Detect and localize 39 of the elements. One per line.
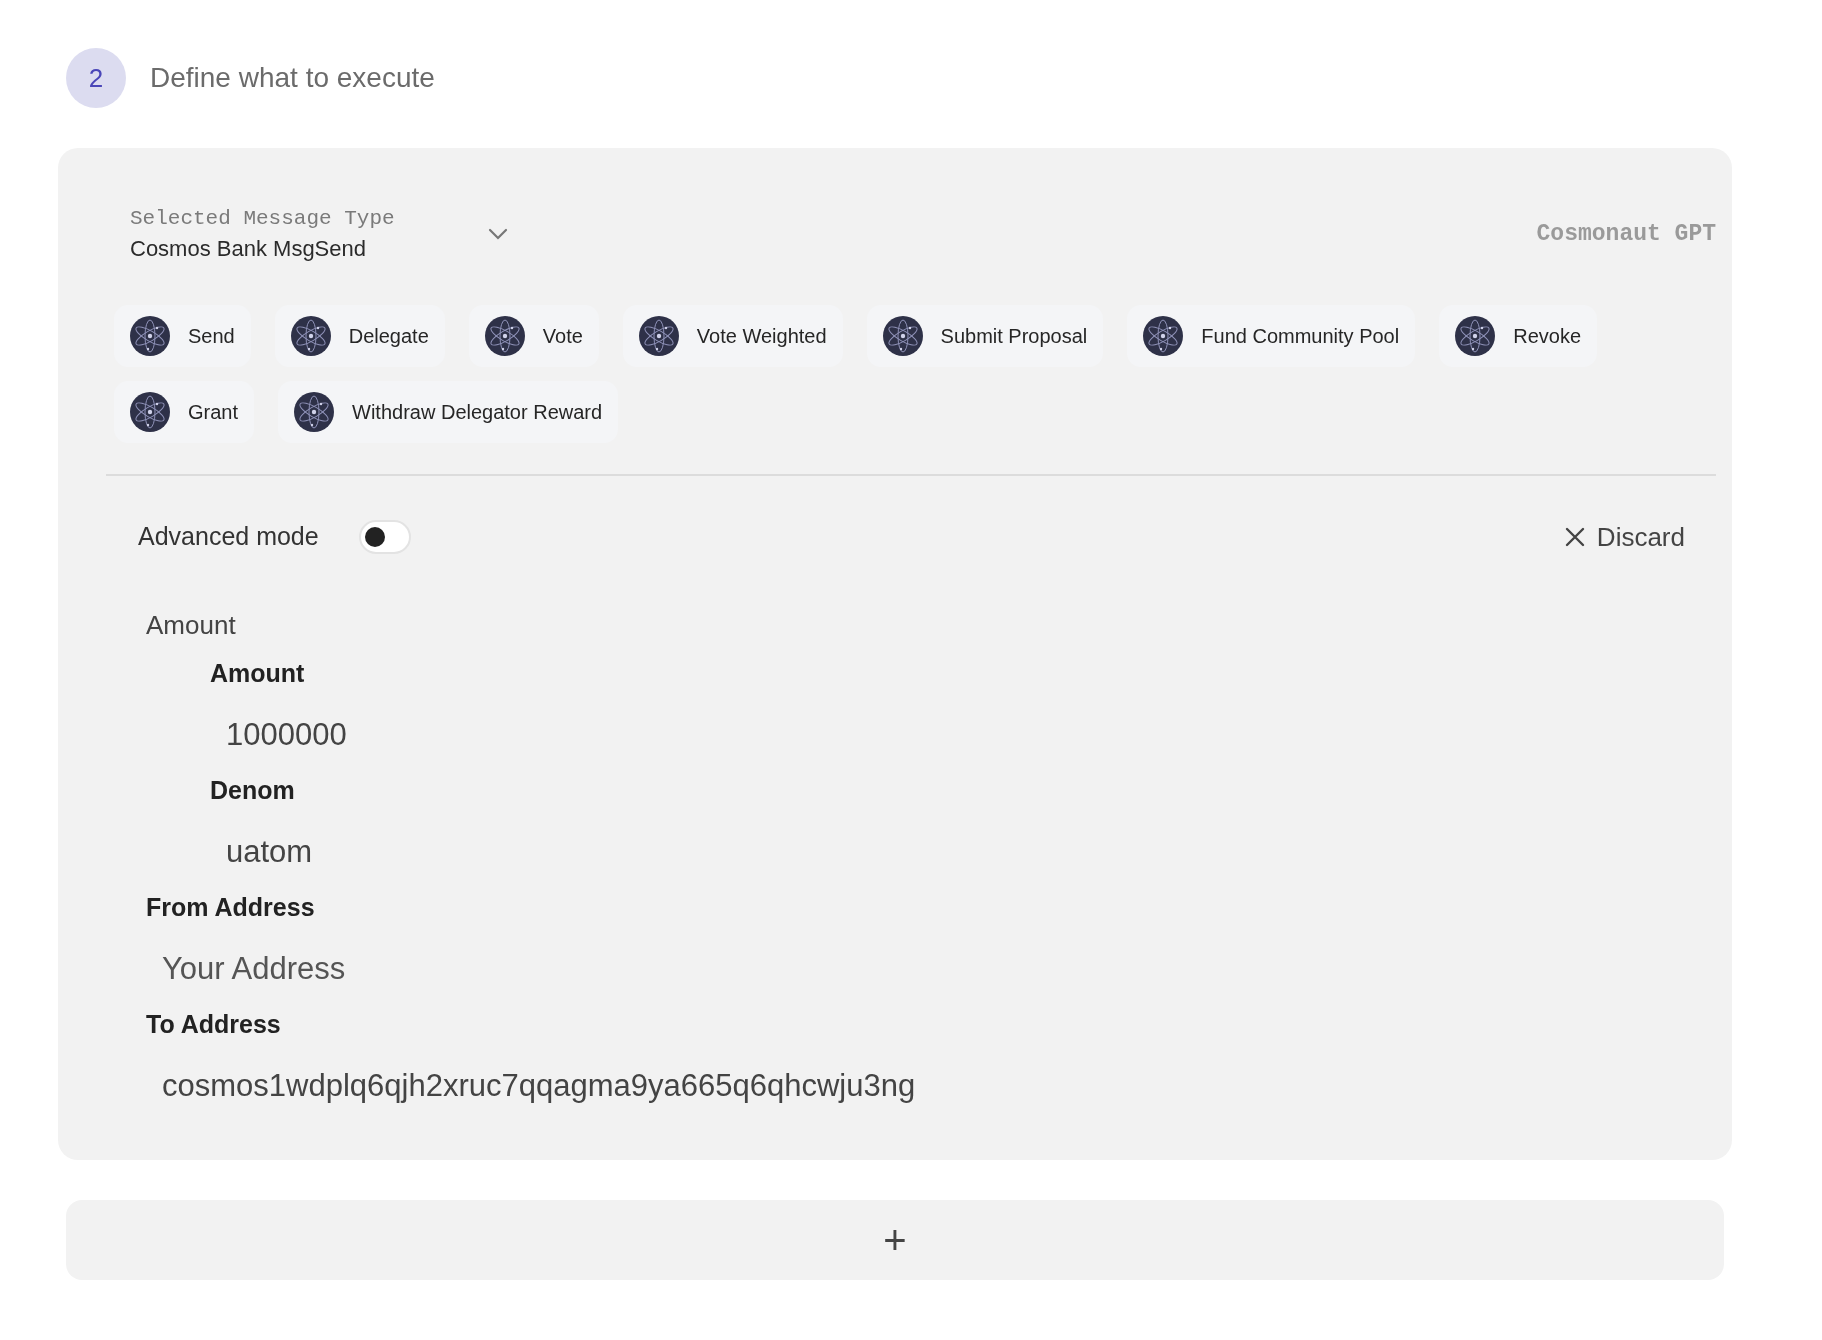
input-field[interactable]: uatom: [210, 828, 1210, 876]
assistant-label: Cosmonaut GPT: [1536, 219, 1716, 249]
atom-icon: [130, 316, 170, 356]
atom-icon: [290, 316, 331, 356]
message-type-chip[interactable]: Submit Proposal: [866, 305, 1104, 367]
close-icon: [1564, 527, 1585, 547]
select-label: Selected Message Type: [130, 206, 395, 232]
toggle-switch[interactable]: [358, 520, 411, 554]
atom-icon: [882, 316, 923, 356]
field-label: From Address: [146, 892, 316, 923]
chevron-down-icon: [486, 227, 509, 241]
atom-icon: [130, 392, 170, 432]
message-type-chip[interactable]: Vote Weighted: [622, 305, 843, 367]
field-label: Denom: [210, 775, 296, 806]
atom-icon: [638, 316, 679, 356]
field-label: To Address: [146, 1009, 282, 1040]
atom-icon: [1455, 316, 1496, 356]
message-type-chip[interactable]: Withdraw Delegator Reward: [278, 381, 619, 443]
message-type-chip[interactable]: Delegate: [274, 305, 445, 367]
atom-icon: [1143, 316, 1184, 356]
group-label: Amount: [146, 609, 237, 641]
atom-icon: [294, 392, 335, 432]
input-field[interactable]: cosmos1wdplq6qjh2xruc7qqagma9ya665q6qhcwju3ng: [146, 1062, 1146, 1110]
input-field[interactable]: 1000000: [210, 711, 1210, 759]
atom-icon: [484, 316, 525, 356]
select-value: Cosmos Bank MsgSend: [130, 235, 367, 263]
message-type-select[interactable]: Selected Message Type Cosmos Bank MsgSend: [130, 204, 509, 264]
step-number: 2: [66, 48, 126, 108]
discard-button[interactable]: Discard: [1564, 517, 1685, 557]
message-type-chip[interactable]: Fund Community Pool: [1127, 305, 1416, 367]
message-type-chip[interactable]: Revoke: [1439, 305, 1597, 367]
section-title: Define what to execute: [150, 61, 435, 95]
field-label: Amount: [210, 658, 306, 689]
message-type-chip[interactable]: Send: [114, 305, 251, 367]
message-type-chip[interactable]: Vote: [468, 305, 599, 367]
message-type-chip[interactable]: Grant: [114, 381, 255, 443]
input-field[interactable]: Your Address: [146, 945, 1146, 993]
add-button[interactable]: +: [66, 1200, 1724, 1280]
toggle-label: Advanced mode: [138, 521, 319, 553]
